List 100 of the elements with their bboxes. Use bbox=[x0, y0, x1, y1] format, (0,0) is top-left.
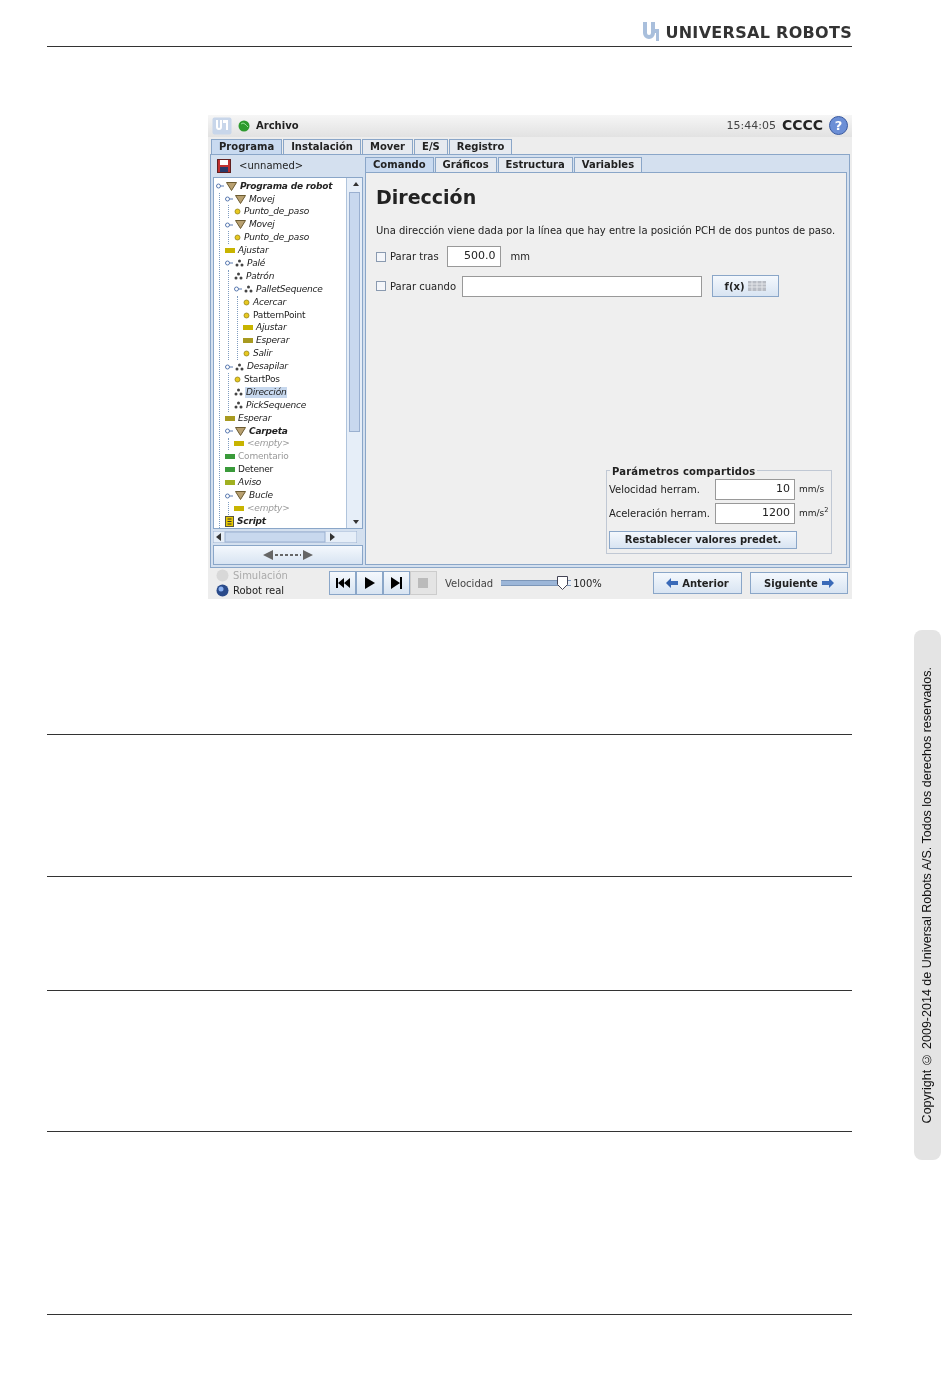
dots-icon bbox=[234, 401, 243, 410]
dot-icon bbox=[234, 376, 241, 383]
distance-field[interactable]: 500.0 bbox=[446, 246, 501, 268]
arrow-left-icon bbox=[666, 578, 679, 589]
tree-item[interactable]: Acercar bbox=[252, 296, 288, 308]
radio-label[interactable]: Robot real bbox=[233, 583, 285, 599]
radio-icon[interactable] bbox=[216, 584, 229, 598]
tree-item[interactable]: Desapilar bbox=[246, 361, 289, 373]
program-name: <unnamed> bbox=[239, 159, 304, 174]
tab[interactable]: Gráficos bbox=[434, 156, 497, 172]
number-field[interactable]: 1200 bbox=[715, 502, 795, 524]
tree-item[interactable]: Ajustar bbox=[237, 245, 270, 257]
formula-button[interactable]: f(x) bbox=[712, 275, 779, 298]
dots-icon bbox=[234, 388, 243, 397]
expander-icon[interactable] bbox=[225, 196, 233, 203]
dot-icon bbox=[243, 350, 250, 358]
tab[interactable]: Instalación bbox=[283, 138, 361, 154]
checkbox[interactable] bbox=[376, 281, 386, 292]
logo-icon bbox=[641, 21, 662, 41]
user-name: CCCC bbox=[781, 116, 823, 136]
tree-item[interactable]: PickSequence bbox=[245, 399, 308, 411]
expression-field[interactable] bbox=[462, 275, 702, 297]
tree-item[interactable]: Detener bbox=[237, 464, 275, 476]
expander-icon[interactable] bbox=[225, 260, 233, 267]
back-button[interactable]: Anterior bbox=[653, 572, 742, 595]
dot-icon bbox=[234, 208, 241, 216]
tree-item[interactable]: Salir bbox=[252, 348, 273, 360]
globe-icon bbox=[238, 119, 250, 132]
tab[interactable]: E/S bbox=[414, 138, 448, 154]
expander-icon[interactable] bbox=[225, 363, 233, 370]
tree-item[interactable]: Carpeta bbox=[248, 425, 289, 437]
tab[interactable]: Estructura bbox=[497, 156, 573, 172]
triangle-icon bbox=[235, 220, 246, 230]
tree-item[interactable]: Punto_de_paso bbox=[243, 206, 310, 218]
dot-icon bbox=[234, 234, 241, 242]
group-legend: Parámetros compartidos bbox=[610, 463, 758, 479]
dots-icon bbox=[235, 362, 244, 371]
expander-icon[interactable] bbox=[234, 286, 242, 293]
field-label: Aceleración herram. bbox=[609, 506, 711, 521]
tree-item[interactable]: Patrón bbox=[245, 270, 276, 282]
step-button[interactable] bbox=[383, 571, 410, 596]
expander-icon[interactable] bbox=[216, 183, 224, 190]
speed-reading: 100% bbox=[573, 576, 602, 591]
next-button[interactable]: Siguiente bbox=[750, 572, 848, 595]
dots-icon bbox=[235, 259, 244, 268]
rewind-button[interactable] bbox=[329, 571, 356, 596]
play-button[interactable] bbox=[356, 571, 383, 596]
tree-item[interactable]: Movej bbox=[248, 193, 276, 205]
unit-label: mm/s bbox=[799, 482, 825, 496]
arrow-right-icon bbox=[821, 578, 834, 589]
tree-item[interactable]: Punto_de_paso bbox=[243, 232, 310, 244]
checkbox-label[interactable]: Parar tras bbox=[390, 249, 439, 265]
checkbox[interactable] bbox=[376, 251, 386, 262]
grid-icon bbox=[748, 281, 767, 292]
triangle-icon bbox=[235, 491, 246, 500]
brand-name: UNIVERSAL ROBOTS bbox=[665, 25, 852, 41]
tree-item[interactable]: Esperar bbox=[237, 412, 273, 424]
tree-item[interactable]: PalletSequence bbox=[255, 283, 324, 295]
expander-icon[interactable] bbox=[225, 428, 233, 435]
slider-thumb[interactable] bbox=[557, 576, 569, 591]
tree-item[interactable]: PatternPoint bbox=[252, 309, 307, 321]
triangle-icon bbox=[235, 426, 246, 436]
field-label: Velocidad herram. bbox=[609, 482, 701, 497]
vertical-scrollbar[interactable] bbox=[346, 177, 362, 528]
tree-item[interactable]: Bucle bbox=[248, 490, 274, 501]
expander-icon[interactable] bbox=[225, 492, 233, 499]
checkbox-label[interactable]: Parar cuando bbox=[390, 278, 456, 294]
resize-button[interactable] bbox=[213, 544, 363, 565]
tree-item[interactable]: Palé bbox=[246, 258, 267, 269]
triangle-icon bbox=[226, 181, 237, 191]
tree-item[interactable]: Aviso bbox=[237, 477, 263, 489]
tab[interactable]: Registro bbox=[448, 138, 513, 154]
horizontal-scrollbar[interactable] bbox=[213, 530, 357, 543]
tree-item[interactable]: Programa de robot bbox=[239, 180, 334, 192]
menu-item[interactable]: Archivo bbox=[256, 118, 299, 134]
unit-label: mm bbox=[510, 250, 531, 265]
copyright-text: Copyright © 2009-2014 de Universal Robots A/S. Todos los derechos reservados. bbox=[919, 666, 936, 1124]
reset-button[interactable]: Restablecer valores predet. bbox=[609, 530, 797, 549]
number-field[interactable]: 10 bbox=[715, 478, 795, 500]
logo-icon bbox=[212, 116, 232, 135]
clock-time: 15:44:05 bbox=[726, 117, 776, 134]
dot-icon bbox=[243, 311, 250, 319]
tree-item[interactable]: Movej bbox=[248, 219, 276, 231]
tree-item[interactable]: Script bbox=[236, 515, 267, 527]
dots-icon bbox=[234, 272, 243, 281]
save-icon[interactable] bbox=[217, 158, 231, 173]
tree-item[interactable]: Dirección bbox=[245, 386, 288, 398]
expander-icon[interactable] bbox=[225, 221, 233, 228]
triangle-icon bbox=[235, 194, 246, 204]
tree-item[interactable]: Esperar bbox=[255, 335, 291, 347]
tab[interactable]: Programa bbox=[211, 138, 283, 154]
tab[interactable]: Comando bbox=[365, 156, 434, 172]
dot-icon bbox=[243, 298, 250, 306]
double-arrow-icon bbox=[263, 549, 313, 560]
tree-item[interactable]: Ajustar bbox=[255, 322, 288, 334]
tab[interactable]: Variables bbox=[573, 156, 643, 172]
description-text: Una dirección viene dada por la línea que hay entre la posición PCH de dos puntos de paso. bbox=[376, 224, 836, 239]
tree-item[interactable]: StartPos bbox=[243, 374, 281, 385]
tab[interactable]: Mover bbox=[362, 138, 414, 154]
script-icon bbox=[225, 515, 234, 527]
